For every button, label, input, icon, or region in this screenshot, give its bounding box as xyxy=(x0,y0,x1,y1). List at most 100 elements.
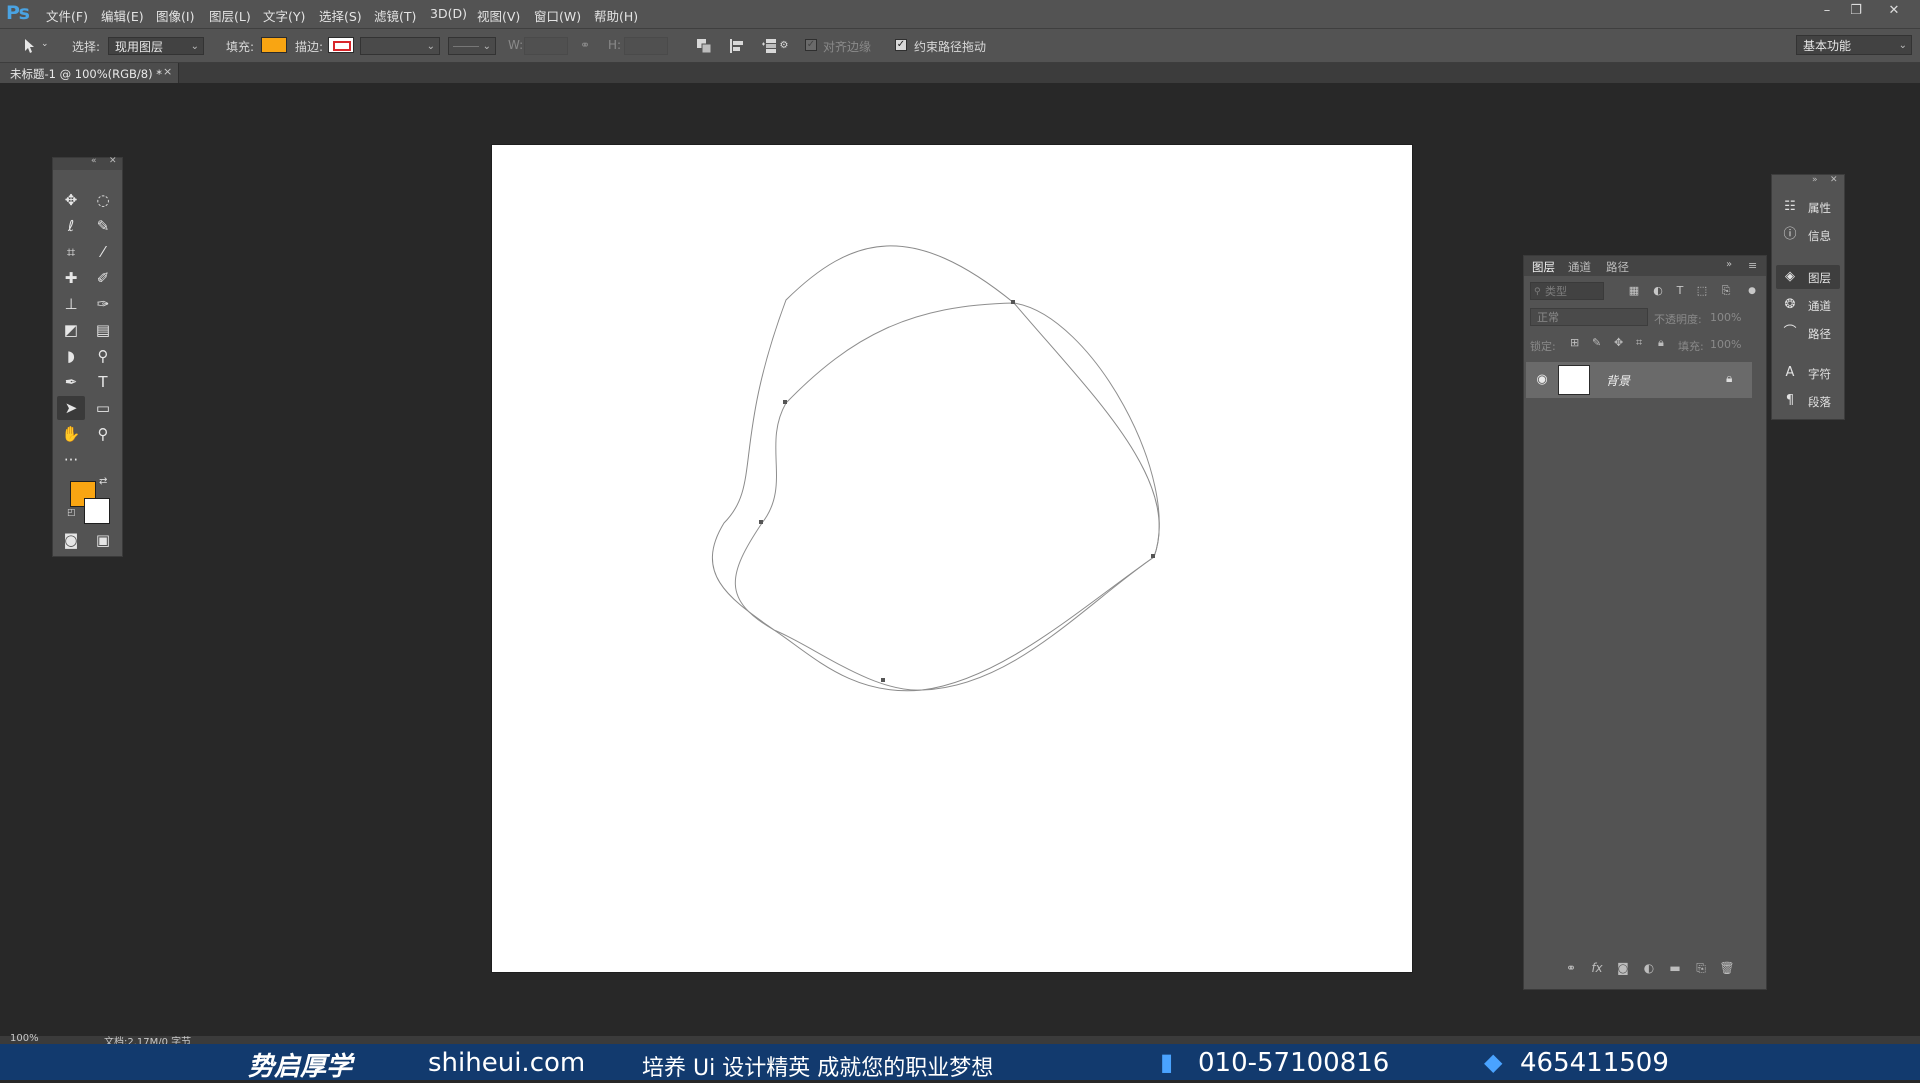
filter-smart-object-icon[interactable]: ⎘ xyxy=(1718,283,1734,299)
align-edges-checkbox[interactable]: ✓ xyxy=(805,39,817,51)
document-tab[interactable]: 未标题-1 @ 100%(RGB/8) * × xyxy=(0,63,179,83)
quick-mask-icon[interactable]: ◙ xyxy=(57,528,85,552)
blend-mode-dropdown[interactable]: 正常 xyxy=(1530,308,1648,326)
menu-help[interactable]: 帮助(H) xyxy=(594,6,638,25)
close-tab-icon[interactable]: × xyxy=(163,65,172,78)
dock-paths[interactable]: ⌒ 路径 xyxy=(1776,321,1840,345)
collapse-icon[interactable]: » xyxy=(1726,259,1732,270)
dock-layers[interactable]: ◈ 图层 xyxy=(1776,265,1840,289)
gradient-tool-icon[interactable]: ▤ xyxy=(89,318,117,342)
screen-mode-icon[interactable]: ▣ xyxy=(89,528,117,552)
lock-artboard-icon[interactable]: ⌗ xyxy=(1636,336,1642,350)
close-icon[interactable]: ✕ xyxy=(109,156,117,166)
lock-all-icon[interactable]: 🔒︎ xyxy=(1658,336,1664,350)
layer-style-icon[interactable]: fx xyxy=(1588,960,1606,976)
more-tools-icon[interactable]: ··· xyxy=(57,448,85,472)
filter-pixel-icon[interactable]: ▦ xyxy=(1626,283,1642,299)
height-field[interactable] xyxy=(624,37,668,55)
pen-tool-icon[interactable]: ✒ xyxy=(57,370,85,394)
eraser-tool-icon[interactable]: ◩ xyxy=(57,318,85,342)
restore-button[interactable]: ❐ xyxy=(1845,3,1867,23)
path-alignment-icon[interactable] xyxy=(727,36,747,56)
tab-channels[interactable]: 通道 xyxy=(1568,259,1591,275)
link-icon[interactable]: ⚭ xyxy=(580,38,590,52)
path-operations-icon[interactable] xyxy=(694,36,714,56)
healing-brush-tool-icon[interactable]: ✚ xyxy=(57,266,85,290)
tab-paths[interactable]: 路径 xyxy=(1606,259,1629,275)
quick-selection-tool-icon[interactable]: ✎ xyxy=(89,214,117,238)
swap-colors-icon[interactable]: ⇄ xyxy=(99,476,107,487)
tab-layers[interactable]: 图层 xyxy=(1532,259,1555,275)
filter-type-icon[interactable]: T xyxy=(1672,283,1688,299)
menu-select[interactable]: 选择(S) xyxy=(319,6,362,25)
panel-menu-icon[interactable]: ≡ xyxy=(1748,259,1757,272)
lock-position-icon[interactable]: ✥ xyxy=(1614,336,1623,349)
default-colors-icon[interactable]: ◰ xyxy=(67,508,76,518)
hand-tool-icon[interactable]: ✋ xyxy=(57,422,85,446)
path-selection-preset-icon[interactable] xyxy=(20,36,40,56)
history-brush-tool-icon[interactable]: ✑ xyxy=(89,292,117,316)
filter-toggle-icon[interactable]: ● xyxy=(1744,283,1760,299)
lock-transparency-icon[interactable]: ⊞ xyxy=(1570,336,1579,349)
menu-view[interactable]: 视图(V) xyxy=(477,6,520,25)
constrain-path-checkbox[interactable]: ✓ xyxy=(895,39,907,51)
rectangle-tool-icon[interactable]: ▭ xyxy=(89,396,117,420)
chevron-down-icon[interactable]: ⌄ xyxy=(41,39,49,49)
select-dropdown[interactable]: 现用图层 ⌄ xyxy=(108,37,204,55)
menu-file[interactable]: 文件(F) xyxy=(46,6,88,25)
close-button[interactable]: ✕ xyxy=(1883,3,1905,23)
stroke-width-field[interactable]: ⌄ xyxy=(360,37,440,55)
workspace-dropdown[interactable]: 基本功能 ⌄ xyxy=(1796,35,1912,55)
dock-channels[interactable]: ❂ 通道 xyxy=(1776,293,1840,317)
blur-tool-icon[interactable]: ◗ xyxy=(57,344,85,368)
fill-swatch[interactable] xyxy=(261,37,287,53)
opacity-value[interactable]: 100% xyxy=(1710,311,1741,324)
layer-row[interactable]: ◉ 背景 🔒︎ xyxy=(1526,362,1752,398)
document-canvas[interactable] xyxy=(492,145,1412,972)
filter-shape-icon[interactable]: ⬚ xyxy=(1694,283,1710,299)
minimize-button[interactable]: – xyxy=(1816,3,1838,23)
type-tool-icon[interactable]: T xyxy=(89,370,117,394)
menu-layer[interactable]: 图层(L) xyxy=(209,6,251,25)
menu-filter[interactable]: 滤镜(T) xyxy=(374,6,416,25)
layer-filter-dropdown[interactable]: ⚲ 类型 xyxy=(1530,282,1604,300)
move-tool-icon[interactable]: ✥ xyxy=(57,188,85,212)
dodge-tool-icon[interactable]: ⚲ xyxy=(89,344,117,368)
marquee-tool-icon[interactable]: ◌ xyxy=(89,188,117,212)
menu-image[interactable]: 图像(I) xyxy=(156,6,194,25)
crop-tool-icon[interactable]: ⌗ xyxy=(57,240,85,264)
path-selection-tool-icon[interactable]: ➤ xyxy=(57,396,85,420)
add-mask-icon[interactable]: ◙ xyxy=(1614,960,1632,976)
settings-gear-icon[interactable]: ⚙ xyxy=(774,36,794,56)
background-color-swatch[interactable] xyxy=(84,498,110,524)
delete-layer-icon[interactable]: 🗑︎ xyxy=(1718,960,1736,976)
brush-tool-icon[interactable]: ✐ xyxy=(89,266,117,290)
visibility-eye-icon[interactable]: ◉ xyxy=(1534,372,1550,388)
dock-properties[interactable]: ☷ 属性 xyxy=(1776,195,1840,219)
stroke-type-dropdown[interactable]: ⌄ xyxy=(448,37,496,55)
lasso-tool-icon[interactable]: ℓ xyxy=(57,214,85,238)
dock-character[interactable]: A 字符 xyxy=(1776,361,1840,385)
close-icon[interactable]: ✕ xyxy=(1830,175,1838,185)
menu-window[interactable]: 窗口(W) xyxy=(534,6,581,25)
menu-3d[interactable]: 3D(D) xyxy=(430,6,467,21)
collapse-icon[interactable]: « xyxy=(91,156,97,166)
zoom-tool-icon[interactable]: ⚲ xyxy=(89,422,117,446)
menu-type[interactable]: 文字(Y) xyxy=(263,6,305,25)
zoom-level[interactable]: 100% xyxy=(10,1033,39,1044)
eyedropper-tool-icon[interactable]: ⁄ xyxy=(89,240,117,264)
adjustment-layer-icon[interactable]: ◐ xyxy=(1640,960,1658,976)
menu-edit[interactable]: 编辑(E) xyxy=(101,6,144,25)
width-field[interactable] xyxy=(524,37,568,55)
lock-pixels-icon[interactable]: ✎ xyxy=(1592,336,1601,349)
new-layer-icon[interactable]: ⎘ xyxy=(1692,960,1710,976)
stroke-swatch[interactable] xyxy=(328,37,354,53)
filter-adjustment-icon[interactable]: ◐ xyxy=(1650,283,1666,299)
new-group-icon[interactable]: ▬ xyxy=(1666,960,1684,976)
toolbox-header[interactable]: « ✕ xyxy=(53,156,122,170)
link-layers-icon[interactable]: ⚭ xyxy=(1562,960,1580,976)
expand-panels-icon[interactable]: » xyxy=(1812,175,1818,185)
dock-paragraph[interactable]: ¶ 段落 xyxy=(1776,389,1840,413)
clone-stamp-tool-icon[interactable]: ⊥ xyxy=(57,292,85,316)
dock-info[interactable]: ⓘ 信息 xyxy=(1776,223,1840,247)
